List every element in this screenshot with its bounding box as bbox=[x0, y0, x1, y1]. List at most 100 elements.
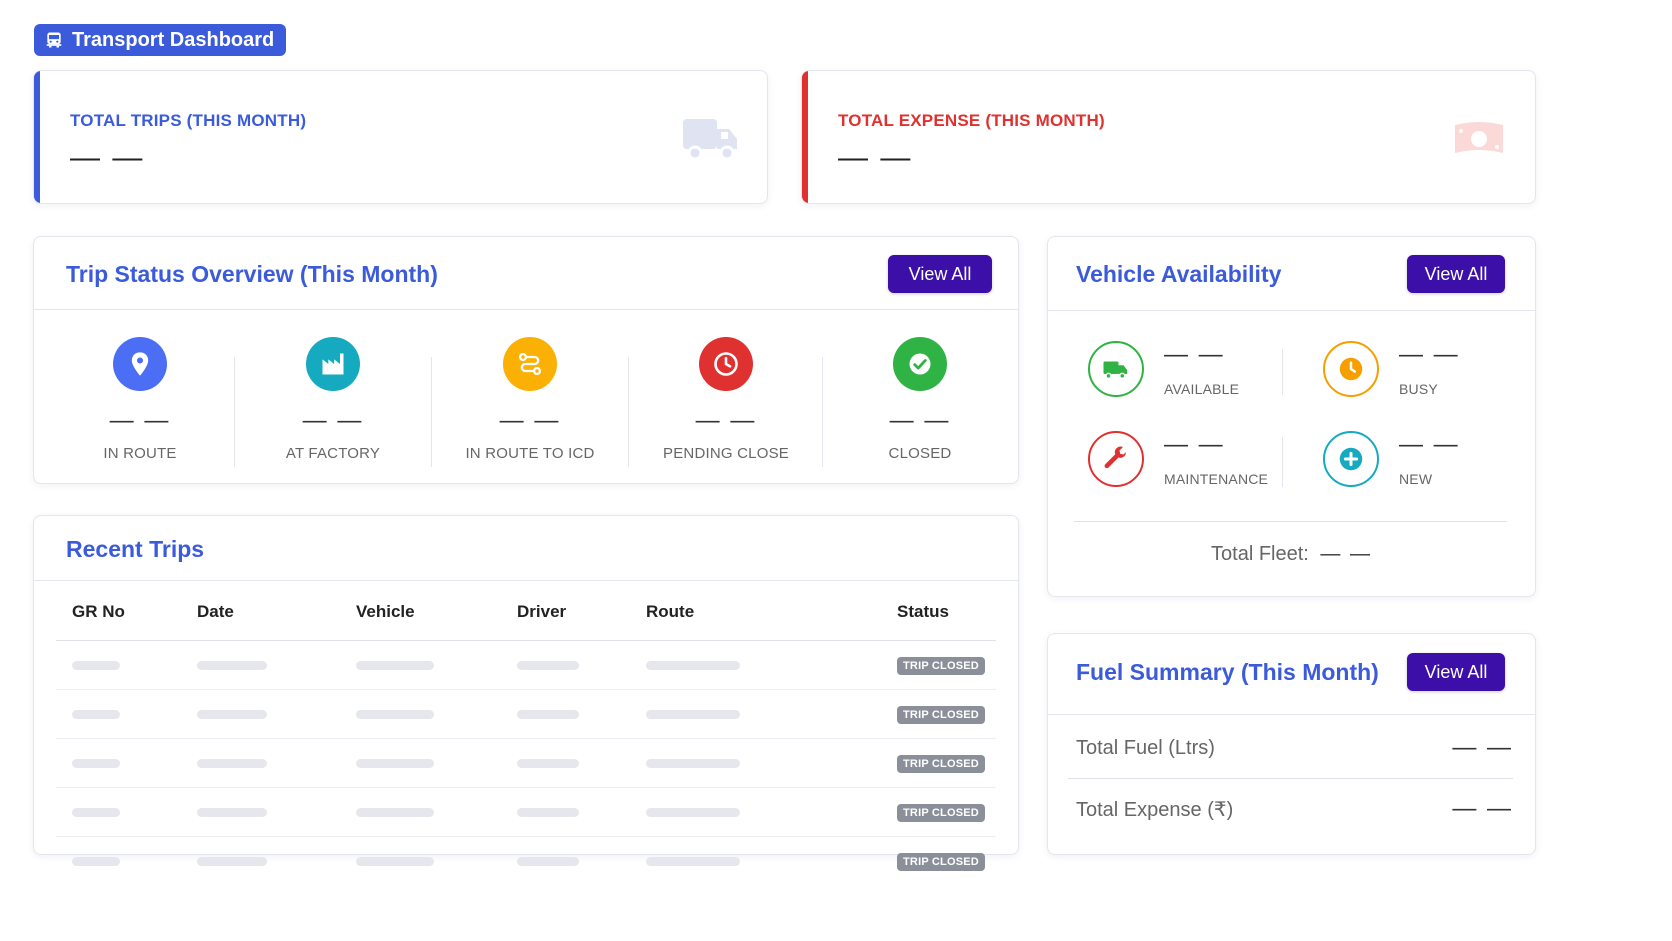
divider bbox=[1282, 437, 1283, 487]
cell bbox=[501, 738, 630, 788]
total-expense-card: TOTAL EXPENSE (THIS MONTH) — — bbox=[801, 70, 1536, 204]
total-fleet-label: Total Fleet: bbox=[1211, 543, 1309, 565]
total-trips-card: TOTAL TRIPS (THIS MONTH) — — bbox=[33, 70, 768, 204]
trip-status-title: Trip Status Overview (This Month) bbox=[66, 261, 438, 287]
status-in-route-to-icd[interactable]: — — IN ROUTE TO ICD bbox=[430, 337, 630, 462]
vehicle-availability-title: Vehicle Availability bbox=[1076, 261, 1282, 287]
status-badge: TRIP CLOSED bbox=[897, 705, 985, 724]
status-value: — — bbox=[499, 407, 561, 434]
status-pending-close[interactable]: — — PENDING CLOSE bbox=[626, 337, 826, 462]
total-fleet-value: — — bbox=[1320, 543, 1372, 565]
cell: TRIP CLOSED bbox=[881, 738, 996, 788]
skeleton-placeholder bbox=[517, 709, 579, 719]
table-row[interactable]: TRIP CLOSED bbox=[56, 689, 996, 739]
table-row[interactable]: TRIP CLOSED bbox=[56, 640, 996, 690]
status-value: — — bbox=[109, 407, 171, 434]
status-in-route[interactable]: — — IN ROUTE bbox=[40, 337, 240, 462]
recent-trips-table: GR No Date Vehicle Driver Route Status T… bbox=[56, 584, 996, 885]
column-header[interactable]: Driver bbox=[501, 584, 630, 641]
vehicle-new[interactable]: — — NEW bbox=[1323, 431, 1563, 491]
table-row[interactable]: TRIP CLOSED bbox=[56, 787, 996, 837]
cell bbox=[56, 689, 181, 739]
cell bbox=[630, 787, 881, 837]
plus-icon bbox=[1339, 447, 1363, 471]
column-header[interactable]: Status bbox=[881, 584, 996, 641]
truck-icon bbox=[683, 119, 737, 161]
status-circle bbox=[113, 337, 167, 391]
fuel-summary-title: Fuel Summary (This Month) bbox=[1076, 659, 1379, 685]
availability-label: BUSY bbox=[1399, 381, 1438, 397]
status-ring bbox=[1088, 431, 1144, 487]
total-expense-value: — — bbox=[838, 141, 913, 174]
skeleton-placeholder bbox=[72, 856, 120, 866]
cell bbox=[501, 689, 630, 739]
route-icon bbox=[518, 352, 542, 376]
availability-value: — — bbox=[1399, 341, 1460, 368]
cell bbox=[630, 689, 881, 739]
status-badge: TRIP CLOSED bbox=[897, 754, 985, 773]
vehicle-availability-header: Vehicle Availability View All bbox=[1048, 237, 1535, 311]
cell bbox=[340, 640, 501, 690]
factory-icon bbox=[322, 353, 344, 375]
fuel-summary-view-all-button[interactable]: View All bbox=[1407, 653, 1505, 691]
fuel-row-label: Total Fuel (Ltrs) bbox=[1076, 736, 1215, 759]
trip-status-header: Trip Status Overview (This Month) View A… bbox=[34, 237, 1018, 310]
skeleton-placeholder bbox=[646, 709, 740, 719]
status-closed[interactable]: — — CLOSED bbox=[820, 337, 1020, 462]
location-pin-icon bbox=[131, 352, 149, 376]
vehicle-maintenance[interactable]: — — MAINTENANCE bbox=[1088, 431, 1328, 491]
cell: TRIP CLOSED bbox=[881, 689, 996, 739]
skeleton-placeholder bbox=[646, 660, 740, 670]
status-value: — — bbox=[695, 407, 757, 434]
trip-status-view-all-button[interactable]: View All bbox=[888, 255, 992, 293]
total-fleet: Total Fleet: — — bbox=[1048, 543, 1535, 566]
skeleton-placeholder bbox=[197, 856, 267, 866]
availability-label: MAINTENANCE bbox=[1164, 471, 1269, 487]
page-title: Transport Dashboard bbox=[72, 28, 275, 51]
table-row[interactable]: TRIP CLOSED bbox=[56, 738, 996, 788]
wrench-icon bbox=[1104, 446, 1127, 469]
skeleton-placeholder bbox=[517, 758, 579, 768]
status-label: CLOSED bbox=[888, 445, 952, 462]
skeleton-placeholder bbox=[72, 709, 120, 719]
total-expense-label: TOTAL EXPENSE (THIS MONTH) bbox=[838, 111, 1105, 130]
skeleton-placeholder bbox=[197, 660, 267, 670]
fuel-row-total-expense: Total Expense (₹) — — bbox=[1076, 779, 1513, 839]
recent-trips-header: Recent Trips bbox=[34, 516, 1018, 581]
bus-icon bbox=[46, 32, 62, 48]
column-header[interactable]: GR No bbox=[56, 584, 181, 641]
table-row[interactable]: TRIP CLOSED bbox=[56, 837, 996, 886]
cell bbox=[181, 787, 340, 837]
status-at-factory[interactable]: — — AT FACTORY bbox=[233, 337, 433, 462]
cell bbox=[630, 837, 881, 886]
vehicle-availability-view-all-button[interactable]: View All bbox=[1407, 255, 1505, 293]
fuel-row-total-fuel: Total Fuel (Ltrs) — — bbox=[1068, 718, 1513, 779]
column-header[interactable]: Vehicle bbox=[340, 584, 501, 641]
cell bbox=[56, 738, 181, 788]
skeleton-placeholder bbox=[517, 807, 579, 817]
truck-icon bbox=[1103, 361, 1128, 380]
vehicle-busy[interactable]: — — BUSY bbox=[1323, 341, 1563, 401]
availability-value: — — bbox=[1399, 431, 1460, 458]
column-header[interactable]: Route bbox=[630, 584, 881, 641]
skeleton-placeholder bbox=[646, 807, 740, 817]
money-icon bbox=[1455, 122, 1503, 153]
status-ring bbox=[1088, 341, 1144, 397]
status-badge: TRIP CLOSED bbox=[897, 803, 985, 822]
table-header-row: GR No Date Vehicle Driver Route Status bbox=[56, 584, 996, 641]
column-header[interactable]: Date bbox=[181, 584, 340, 641]
cell bbox=[56, 640, 181, 690]
recent-trips-panel: Recent Trips GR No Date Vehicle Driver R… bbox=[33, 515, 1019, 871]
divider bbox=[1074, 521, 1507, 522]
status-ring bbox=[1323, 431, 1379, 487]
cell bbox=[181, 689, 340, 739]
vehicle-available[interactable]: — — AVAILABLE bbox=[1088, 341, 1328, 401]
skeleton-placeholder bbox=[72, 758, 120, 768]
status-label: IN ROUTE bbox=[103, 445, 177, 462]
cell bbox=[340, 738, 501, 788]
card-accent bbox=[34, 71, 40, 203]
availability-value: — — bbox=[1164, 431, 1225, 458]
skeleton-placeholder bbox=[72, 660, 120, 670]
cell bbox=[501, 837, 630, 886]
total-trips-label: TOTAL TRIPS (THIS MONTH) bbox=[70, 111, 307, 130]
